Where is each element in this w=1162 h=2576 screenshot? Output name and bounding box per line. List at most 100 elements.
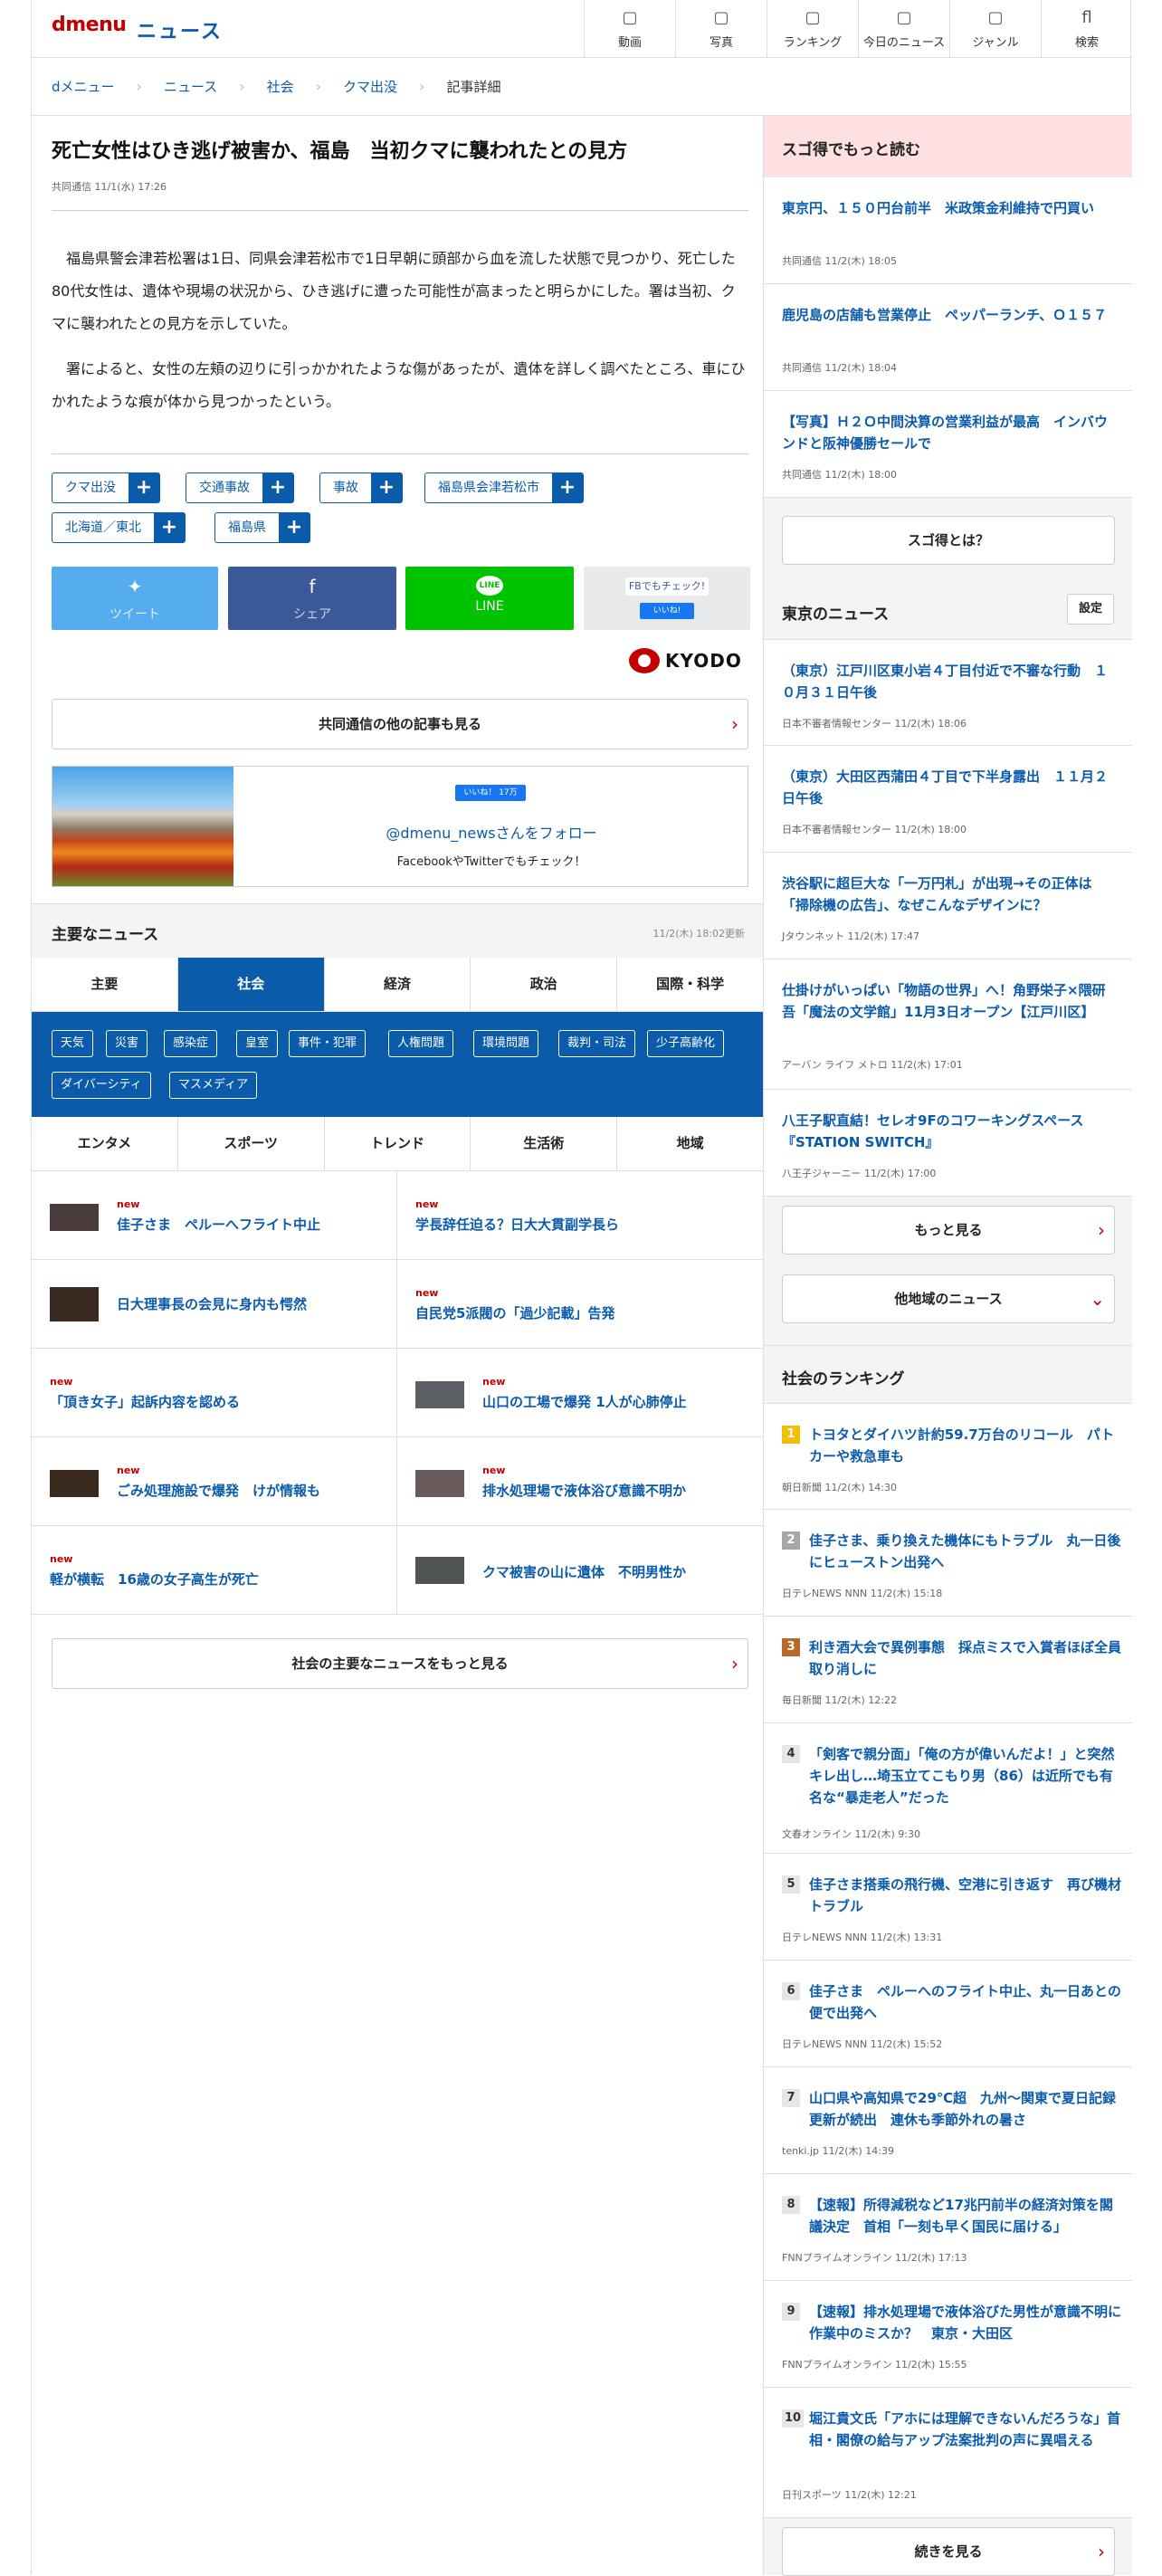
news-item[interactable]: new 山口の工場で爆発 1人が心肺停止 [397, 1349, 763, 1437]
other-region-button[interactable]: 他地域のニュース ⌄ [782, 1274, 1115, 1323]
tag-bear[interactable]: クマ出没 + [52, 472, 160, 503]
plus-icon[interactable]: + [279, 513, 310, 542]
news-title: 「頂き女子」起訴内容を認める [50, 1394, 241, 1410]
item-meta: FNNプライムオンライン 11/2(木) 15:55 [782, 2359, 967, 2371]
tokyo-news-item[interactable]: （東京）大田区西蒲田４丁目で下半身露出 １１月２日午後 日本不審者情報センター 1… [764, 746, 1132, 853]
news-item[interactable]: 日大理事長の会見に身内も愕然 [32, 1260, 397, 1349]
news-title: 佳子さま ペルーへフライト中止 [117, 1216, 321, 1233]
fb-like-button[interactable]: いいね! [640, 603, 694, 619]
subtag[interactable]: 事件・犯罪 [289, 1030, 367, 1057]
tweet-button[interactable]: ✦ ツイート [52, 567, 218, 630]
tag-accident[interactable]: 事故 + [319, 472, 403, 503]
news-item[interactable]: new 佳子さま ペルーへフライト中止 [32, 1171, 397, 1260]
source-more-button[interactable]: 共同通信の他の記事も見る › [52, 699, 748, 749]
tokyo-news-item[interactable]: （東京）江戸川区東小岩４丁目付近で不審な行動 １０月３１日午後 日本不審者情報セン… [764, 639, 1132, 746]
item-title: 佳子さま ペルーへのフライト中止、丸一日あとの便で出発へ [809, 1983, 1121, 2021]
subtag[interactable]: 人権問題 [388, 1030, 454, 1057]
main-news-more-button[interactable]: 社会の主要なニュースをもっと見る › [52, 1638, 748, 1689]
nav-ranking[interactable]: ▢ ランキング [767, 0, 858, 58]
ranking-item[interactable]: 3 利き酒大会で異例事態 採点ミスで入賞者ほぼ全員取り消しに 毎日新聞 11/2(木… [764, 1617, 1132, 1723]
setting-button[interactable]: 設定 [1067, 594, 1114, 625]
tokyo-news-item[interactable]: 仕掛けがいっぱい「物語の世界」へ！角野栄子×隈研吾「魔法の文学館」11月3日オー… [764, 959, 1132, 1090]
sugotoku-item[interactable]: 東京円、１５０円台前半 米政策金利維持で円買い 共同通信 11/2(木) 18:0… [764, 177, 1132, 284]
tag-label: 事故 [333, 481, 358, 495]
chevron-right-icon: › [136, 78, 142, 95]
chevron-right-icon: › [731, 713, 738, 735]
tab-trend[interactable]: トレンド [325, 1117, 471, 1170]
tag-fukushima[interactable]: 福島県 + [214, 512, 310, 543]
tab-lifehack[interactable]: 生活術 [471, 1117, 618, 1170]
tab-economy[interactable]: 経済 [325, 958, 471, 1011]
ranking-item[interactable]: 8 【速報】所得減税など17兆円前半の経済対策を閣議決定 首相「一刻も早く国民に届… [764, 2174, 1132, 2281]
tag-aizu[interactable]: 福島県会津若松市 + [424, 472, 584, 503]
news-item[interactable]: クマ被害の山に遺体 不明男性か [397, 1526, 763, 1615]
ranking-item[interactable]: 1 トヨタとダイハツ計約59.7万台のリコール パトカーや救急車も 朝日新聞 11/… [764, 1403, 1132, 1510]
tab-society[interactable]: 社会 [177, 958, 325, 1011]
line-button[interactable]: LINE LINE [405, 567, 574, 630]
subtag[interactable]: 少子高齢化 [647, 1030, 725, 1057]
ranking-item[interactable]: 9 【速報】排水処理場で液体浴びた男性が意識不明に 作業中のミスか？ 東京・大田区… [764, 2281, 1135, 2388]
news-section-title[interactable]: ニュース [137, 15, 223, 44]
tag-label: 交通事故 [199, 481, 250, 495]
subtag[interactable]: 災害 [106, 1030, 148, 1057]
plus-icon[interactable]: + [154, 513, 185, 542]
article-title: 死亡女性はひき逃げ被害か、福島 当初クマに襲われたとの見方 [52, 140, 628, 163]
nav-photo[interactable]: ▢ 写真 [675, 0, 767, 58]
nav-today[interactable]: ▢ 今日のニュース [858, 0, 949, 58]
ranking-item[interactable]: 2 佳子さま、乗り換えた機体にもトラブル 丸一日後にヒューストン出発へ 日テレNEW… [764, 1510, 1132, 1617]
subtag[interactable]: ダイバーシティ [52, 1072, 151, 1099]
tab-region[interactable]: 地域 [617, 1117, 763, 1170]
ranking-item[interactable]: 7 山口県や高知県で29℃超 九州〜関東で夏日記録更新が続出 連休も季節外れの暑さ… [764, 2067, 1132, 2174]
tag-traffic[interactable]: 交通事故 + [186, 472, 294, 503]
ranking-item[interactable]: 5 佳子さま搭乗の飛行機、空港に引き返す 再び機材トラブル 日テレNEWS NNN … [764, 1854, 1132, 1961]
tab-politics[interactable]: 政治 [471, 958, 618, 1011]
news-thumbnail [415, 1470, 464, 1497]
new-badge: new [50, 1553, 73, 1565]
breadcrumb-bear[interactable]: クマ出没 [343, 77, 397, 96]
subtag[interactable]: 感染症 [164, 1030, 218, 1057]
news-item[interactable]: new 排水処理場で液体浴び意識不明か [397, 1437, 763, 1526]
sugotoku-item[interactable]: 鹿児島の店舗も営業停止 ペッパーランチ、Ｏ１５７ 共同通信 11/2(木) 18:… [764, 284, 1132, 391]
plus-icon[interactable]: + [129, 473, 159, 502]
news-item[interactable]: new 学長辞任迫る？日大大貫副学長ら [397, 1171, 763, 1260]
sugotoku-about-button[interactable]: スゴ得とは？ [782, 516, 1115, 565]
rank-badge: 6 [782, 1982, 800, 2000]
dmenu-logo[interactable]: dmenu [52, 14, 127, 36]
plus-icon[interactable]: + [552, 473, 583, 502]
tag-tohoku[interactable]: 北海道／東北 + [52, 512, 186, 543]
breadcrumb-society[interactable]: 社会 [267, 77, 294, 96]
subtag[interactable]: 環境問題 [473, 1030, 539, 1057]
tokyo-news-item[interactable]: 渋谷駅に超巨大な「一万円札」が出現→その正体は「掃除機の広告」、なぜこんなデザイ… [764, 853, 1132, 959]
subtag[interactable]: 裁判・司法 [558, 1030, 636, 1057]
ranking-item[interactable]: 4 「剣客で親分面」「俺の方が偉いんだよ！」と突然キレ出し…埼玉立てこもり男（86… [764, 1723, 1132, 1854]
breadcrumb-news[interactable]: ニュース [164, 77, 217, 96]
tab-entertainment[interactable]: エンタメ [32, 1117, 178, 1170]
nav-search[interactable]: fl 検索 [1041, 0, 1132, 58]
nav-genre[interactable]: ▢ ジャンル [949, 0, 1041, 58]
follow-handle[interactable]: @dmenu_newsさんをフォロー [233, 821, 749, 843]
tab-top[interactable]: 主要 [32, 958, 178, 1011]
breadcrumb-dmenu[interactable]: dメニュー [52, 77, 115, 96]
nav-video[interactable]: ▢ 動画 [584, 0, 675, 58]
subtag[interactable]: 天気 [52, 1030, 94, 1057]
ranking-item[interactable]: 6 佳子さま ペルーへのフライト中止、丸一日あとの便で出発へ 日テレNEWS NNN… [764, 1961, 1132, 2067]
news-item[interactable]: new 「頂き女子」起訴内容を認める [32, 1349, 397, 1437]
news-title: 学長辞任迫る？日大大貫副学長ら [415, 1216, 620, 1233]
ranking-header: 社会のランキング [764, 1345, 1132, 1403]
tokyo-more-button[interactable]: もっと見る › [782, 1206, 1115, 1255]
ranking-item[interactable]: 10 堀江貴文氏「アホには理解できないんだろうな」首相・閣僚の給与アップ法案批判の… [764, 2388, 1132, 2518]
tab-world[interactable]: 国際・科学 [617, 958, 763, 1011]
plus-icon[interactable]: + [371, 473, 402, 502]
subtag[interactable]: マスメディア [169, 1072, 258, 1099]
tab-sports[interactable]: スポーツ [178, 1117, 325, 1170]
news-item[interactable]: new 自民党5派閥の「過少記載」告発 [397, 1260, 763, 1349]
facebook-share-button[interactable]: f シェア [228, 567, 396, 630]
plus-icon[interactable]: + [262, 473, 293, 502]
news-item[interactable]: new 軽が横転 16歳の女子高生が死亡 [32, 1526, 397, 1615]
tokyo-news-item[interactable]: 八王子駅直結！セレオ9Fのコワーキングスペース『STATION SWITCH』八… [764, 1090, 1132, 1197]
sugotoku-item[interactable]: 【写真】Ｈ２Ｏ中間決算の営業利益が最高 インバウンドと阪神優勝セールで 共同通信 … [764, 391, 1132, 498]
subtag[interactable]: 皇室 [236, 1030, 279, 1057]
fb-like-count[interactable]: いいね！ 17万 [455, 785, 526, 801]
ranking-more-button[interactable]: 続きを見る › [782, 2527, 1115, 2576]
news-item[interactable]: new ごみ処理施設で爆発 けが情報も [32, 1437, 397, 1526]
